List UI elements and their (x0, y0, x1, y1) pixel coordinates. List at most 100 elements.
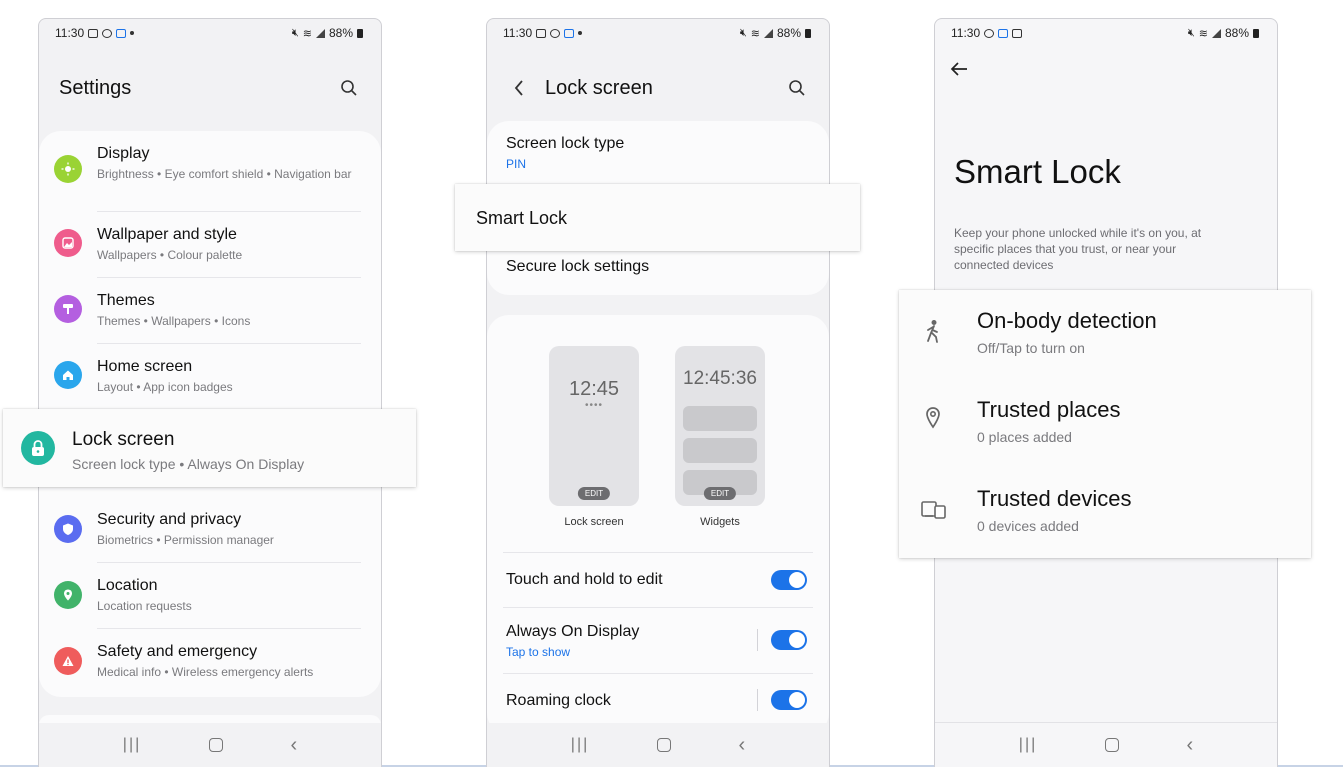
wifi-icon: ≋ (1198, 27, 1208, 40)
preview-lock-time: 12:45 (568, 378, 620, 400)
wifi-icon: ≋ (750, 27, 760, 40)
secure-lock-settings-item[interactable]: Secure lock settings (506, 258, 649, 276)
signal-icon (315, 28, 325, 38)
item-title: Security and privacy (97, 511, 242, 528)
trusted-places-item[interactable]: Trusted places 0 places added (899, 378, 1311, 467)
lock-screen-preview[interactable]: 12:45 •••• EDIT (549, 346, 639, 506)
roaming-clock-toggle[interactable] (771, 690, 807, 710)
recents-icon[interactable]: ||| (1019, 736, 1037, 754)
screen-lock-type-item[interactable]: Screen lock type PIN (506, 135, 624, 171)
home-button-icon[interactable] (656, 738, 671, 752)
gallery-notification-icon (536, 28, 547, 38)
item-subtitle: Location requests (97, 599, 192, 613)
item-title: Themes (97, 292, 155, 309)
item-title: Lock screen (72, 429, 175, 450)
battery-percent: 88% (776, 26, 801, 40)
divider (97, 277, 361, 278)
item-title: On-body detection (977, 308, 1157, 333)
comparison-stage: 11:30 🔇︎ ≋ 88% Settings Display Brightne… (0, 0, 1343, 767)
item-subtitle: Off/Tap to turn on (977, 340, 1085, 356)
back-icon[interactable]: ‹ (738, 734, 745, 757)
back-icon[interactable]: ‹ (290, 734, 297, 757)
preview-card (487, 315, 829, 735)
divider (503, 607, 813, 608)
chat-notification-icon (550, 28, 561, 38)
on-body-detection-item[interactable]: On-body detection Off/Tap to turn on (899, 290, 1311, 378)
page-title: Lock screen (545, 76, 653, 99)
home-button-icon[interactable] (1104, 738, 1119, 752)
battery-icon (1253, 28, 1259, 38)
lock-screen-header: Lock screen (507, 73, 809, 103)
touch-hold-edit-toggle[interactable] (771, 570, 807, 590)
item-title: Location (97, 577, 158, 594)
item-subtitle: Themes • Wallpapers • Icons (97, 314, 251, 328)
item-title: Screen lock type (506, 135, 625, 152)
divider (97, 343, 361, 344)
page-title: Settings (59, 76, 132, 99)
location-icon (54, 581, 82, 609)
mute-icon: 🔇︎ (739, 26, 747, 39)
page-title: Smart Lock (954, 153, 1121, 190)
item-subtitle: Brightness • Eye comfort shield • Naviga… (97, 167, 352, 181)
smart-lock-item[interactable]: Smart Lock (455, 184, 860, 251)
home-button-icon[interactable] (208, 738, 223, 752)
trusted-devices-item[interactable]: Trusted devices 0 devices added (899, 467, 1311, 557)
emergency-icon (54, 647, 82, 675)
settings-phone: 11:30 🔇︎ ≋ 88% Settings Display Brightne… (38, 18, 382, 767)
more-notifications-icon (130, 31, 135, 35)
item-title: Safety and emergency (97, 643, 258, 660)
always-on-display-toggle[interactable] (771, 630, 807, 650)
navigation-bar: ||| ‹ (39, 723, 381, 767)
widget-placeholder (683, 438, 757, 463)
app-notification-icon (564, 28, 575, 38)
mute-icon: 🔇︎ (1187, 26, 1195, 39)
display-icon (54, 155, 82, 183)
item-subtitle: 0 places added (977, 429, 1072, 445)
item-subtitle: Wallpapers • Colour palette (97, 248, 243, 262)
signal-icon (1211, 28, 1221, 38)
divider (503, 673, 813, 674)
battery-icon (357, 28, 363, 38)
item-title: Display (97, 145, 150, 162)
preview-widgets-time: 12:45:36 (683, 368, 757, 389)
search-icon[interactable] (785, 76, 809, 100)
settings-header: Settings (59, 73, 361, 103)
recents-icon[interactable]: ||| (571, 736, 589, 754)
separator (757, 689, 758, 711)
always-on-display-item[interactable]: Always On Display Tap to show (506, 623, 639, 659)
walking-person-icon (923, 319, 943, 350)
shield-icon (54, 515, 82, 543)
item-subtitle: Medical info • Wireless emergency alerts (97, 665, 314, 679)
back-icon[interactable]: ‹ (1186, 734, 1193, 757)
item-title: Wallpaper and style (97, 226, 237, 243)
preview-pin-dots: •••• (584, 400, 603, 411)
status-bar: 11:30 🔇︎ ≋ 88% (503, 25, 811, 41)
battery-icon (805, 28, 811, 38)
navigation-bar: ||| ‹ (487, 723, 829, 767)
divider (97, 562, 361, 563)
item-subtitle: Screen lock type • Always On Display (72, 456, 305, 472)
aod-subtitle: Tap to show (506, 645, 571, 659)
search-icon[interactable] (337, 76, 361, 100)
more-notifications-icon (578, 31, 583, 35)
item-title: Roaming clock (506, 692, 611, 709)
divider (97, 628, 361, 629)
back-arrow-icon[interactable] (507, 76, 531, 100)
item-title: Home screen (97, 358, 193, 375)
nav-divider (935, 722, 1277, 723)
edit-lock-screen-button[interactable]: EDIT (577, 487, 611, 500)
item-title: Trusted devices (977, 486, 1132, 511)
home-icon (54, 361, 82, 389)
battery-percent: 88% (1224, 26, 1249, 40)
divider (97, 211, 361, 212)
item-subtitle: Biometrics • Permission manager (97, 533, 274, 547)
settings-item-lock-screen[interactable]: Lock screen Screen lock type • Always On… (3, 409, 416, 487)
edit-widgets-button[interactable]: EDIT (703, 487, 737, 500)
status-time: 11:30 (55, 26, 85, 40)
roaming-clock-item[interactable]: Roaming clock (506, 692, 611, 710)
widgets-preview[interactable]: 12:45:36 EDIT (675, 346, 765, 506)
back-arrow-icon[interactable] (947, 57, 971, 81)
app-notification-icon (116, 28, 127, 38)
wifi-icon: ≋ (302, 27, 312, 40)
recents-icon[interactable]: ||| (123, 736, 141, 754)
